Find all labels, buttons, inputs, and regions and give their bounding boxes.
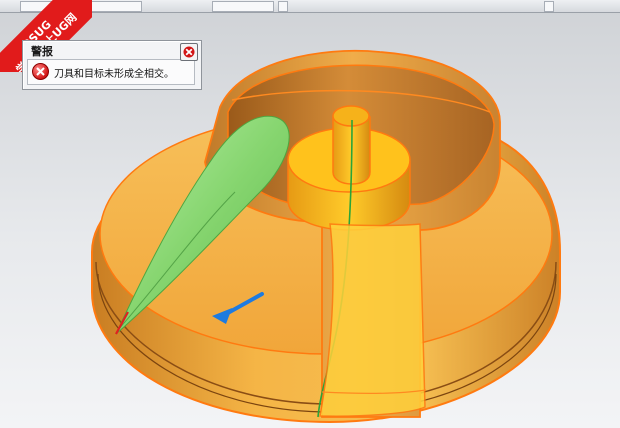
toolbar-button[interactable] (544, 1, 554, 12)
alert-dialog: 警报 刀具和目标未形成全相交。 (22, 40, 202, 90)
error-icon (32, 63, 49, 80)
alert-body: 刀具和目标未形成全相交。 (27, 59, 195, 85)
alert-title: 警报 (31, 45, 53, 58)
close-icon[interactable] (180, 43, 198, 61)
toolbar-button[interactable] (278, 1, 288, 12)
toolbar-field[interactable] (20, 1, 142, 12)
blade-face (319, 223, 427, 417)
toolbar-field[interactable] (212, 1, 274, 12)
alert-message: 刀具和目标未形成全相交。 (54, 69, 174, 80)
